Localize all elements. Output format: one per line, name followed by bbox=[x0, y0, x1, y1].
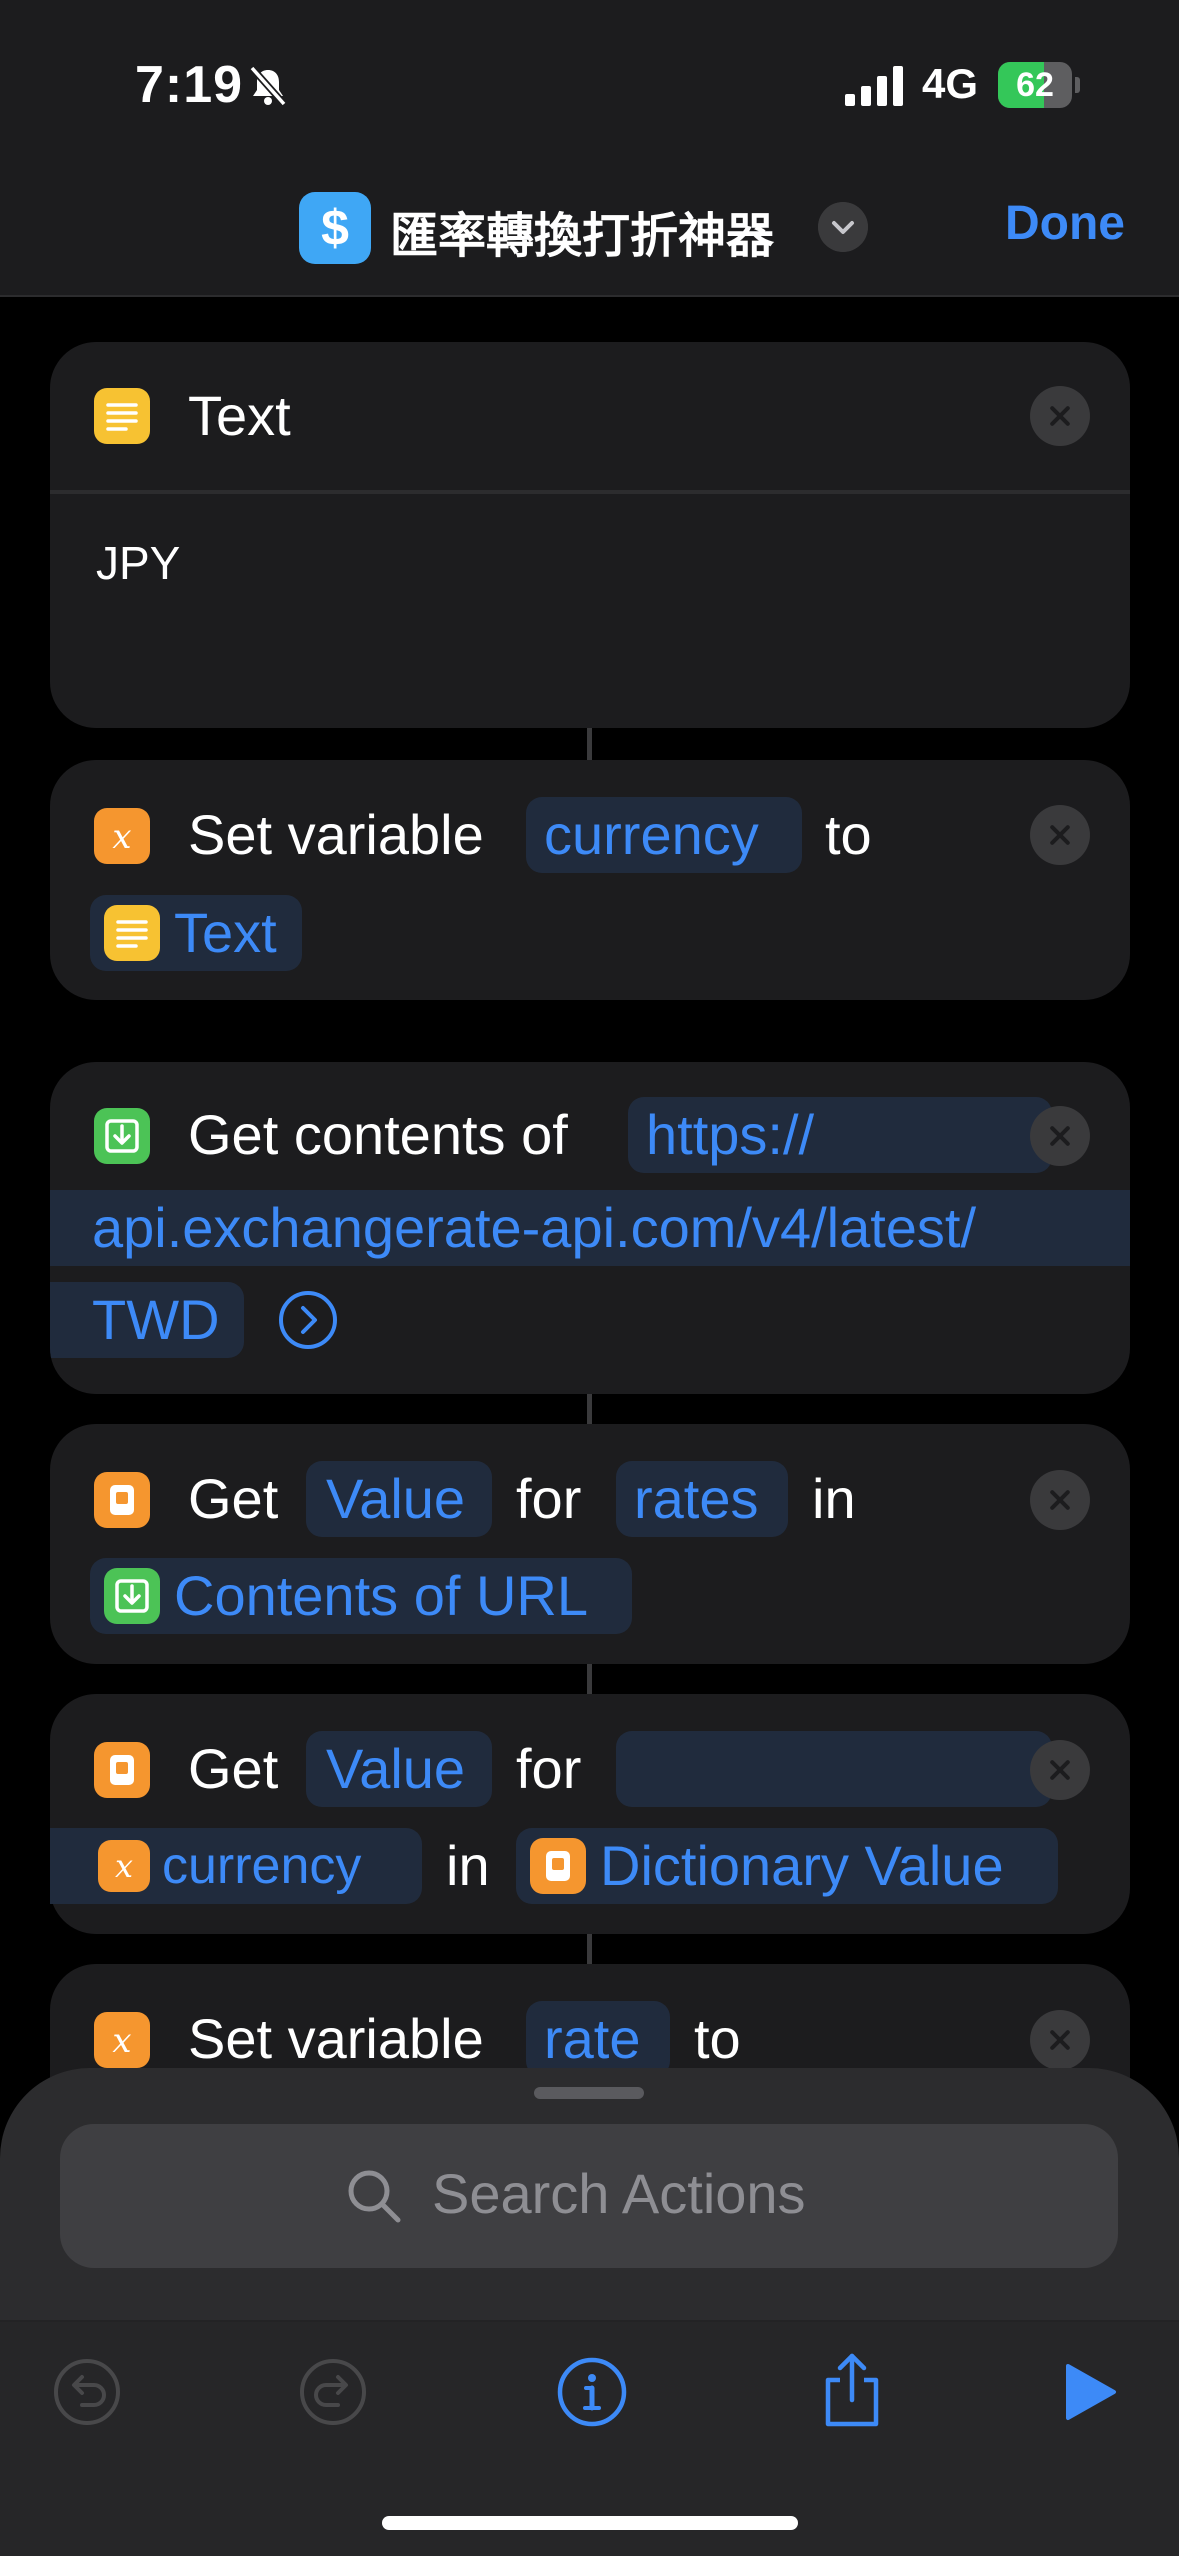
search-placeholder[interactable]: Search Actions bbox=[432, 2161, 806, 2226]
download-icon bbox=[94, 1108, 150, 1164]
battery-indicator: 62 bbox=[998, 62, 1080, 108]
dictionary-icon bbox=[94, 1472, 150, 1528]
info-icon[interactable] bbox=[556, 2356, 628, 2428]
for-label: for bbox=[516, 1467, 582, 1530]
key-token-label[interactable]: currency bbox=[162, 1831, 361, 1901]
variable-icon: x bbox=[98, 1840, 150, 1892]
redo-icon[interactable] bbox=[298, 2357, 368, 2427]
chevron-down-icon[interactable] bbox=[818, 202, 868, 252]
for-label: for bbox=[516, 1737, 582, 1800]
text-action-card[interactable]: Text JPY bbox=[50, 342, 1130, 728]
source-token-label[interactable]: Contents of URL bbox=[174, 1561, 588, 1631]
variable-icon: x bbox=[94, 2012, 150, 2068]
connector bbox=[587, 728, 592, 760]
shortcut-title[interactable]: 匯率轉換打折神器 bbox=[390, 196, 774, 266]
value-token-label[interactable]: Text bbox=[174, 898, 277, 968]
to-label: to bbox=[825, 803, 872, 866]
connector bbox=[587, 1664, 592, 1694]
divider bbox=[0, 295, 1179, 297]
get-contents-action-card[interactable]: Get contents of https:// api.exchangerat… bbox=[50, 1062, 1130, 1394]
in-label: in bbox=[812, 1467, 856, 1530]
get-label: Get bbox=[188, 1737, 279, 1800]
chevron-right-circle-icon[interactable] bbox=[278, 1290, 338, 1350]
sheet-grabber[interactable] bbox=[534, 2087, 644, 2099]
status-time: 7:19 bbox=[135, 56, 244, 114]
in-label: in bbox=[446, 1834, 490, 1897]
svg-text:x: x bbox=[112, 817, 131, 857]
set-variable-action-card[interactable]: x Set variable currency to Text bbox=[50, 760, 1130, 1000]
text-icon bbox=[104, 905, 160, 961]
text-icon bbox=[94, 388, 150, 444]
get-type[interactable]: Value bbox=[326, 1464, 465, 1534]
to-label: to bbox=[694, 2007, 741, 2070]
dictionary-icon bbox=[530, 1838, 586, 1894]
network-type: 4G bbox=[922, 60, 979, 107]
battery-percent: 62 bbox=[1016, 66, 1054, 104]
remove-action-button[interactable] bbox=[1030, 1470, 1090, 1530]
divider bbox=[50, 490, 1130, 494]
connector bbox=[587, 1394, 592, 1424]
dictionary-icon bbox=[94, 1742, 150, 1798]
remove-action-button[interactable] bbox=[1030, 805, 1090, 865]
variable-icon: x bbox=[94, 808, 150, 864]
bell-slash-icon bbox=[249, 65, 287, 107]
remove-action-button[interactable] bbox=[1030, 1106, 1090, 1166]
play-icon[interactable] bbox=[1062, 2362, 1118, 2422]
variable-name[interactable]: rate bbox=[544, 2004, 641, 2074]
text-body[interactable]: JPY bbox=[96, 528, 180, 598]
source-token-label[interactable]: Dictionary Value bbox=[600, 1831, 1004, 1901]
undo-icon[interactable] bbox=[52, 2357, 122, 2427]
home-indicator bbox=[382, 2516, 798, 2530]
url-text[interactable]: TWD bbox=[92, 1285, 220, 1355]
variable-name[interactable]: currency bbox=[544, 800, 759, 870]
get-type[interactable]: Value bbox=[326, 1734, 465, 1804]
svg-text:x: x bbox=[112, 2021, 131, 2061]
action-title: Set variable bbox=[188, 2007, 484, 2070]
action-title: Get contents of bbox=[188, 1103, 568, 1166]
get-dictionary-value-card[interactable]: Get Value for x currency in Dictionary V… bbox=[50, 1694, 1130, 1934]
action-title: Set variable bbox=[188, 803, 484, 866]
done-button[interactable]: Done bbox=[1005, 196, 1125, 251]
download-icon bbox=[104, 1568, 160, 1624]
key-value[interactable]: rates bbox=[634, 1464, 759, 1534]
share-icon[interactable] bbox=[816, 2350, 888, 2430]
action-title: Text bbox=[188, 384, 291, 447]
url-text[interactable]: https:// bbox=[646, 1100, 814, 1170]
remove-action-button[interactable] bbox=[1030, 2010, 1090, 2070]
get-label: Get bbox=[188, 1467, 279, 1530]
remove-action-button[interactable] bbox=[1030, 386, 1090, 446]
shortcut-icon[interactable]: $ bbox=[299, 192, 371, 264]
url-text[interactable]: api.exchangerate-api.com/v4/latest/ bbox=[92, 1193, 976, 1263]
search-icon bbox=[348, 2170, 401, 2223]
svg-text:x: x bbox=[115, 1847, 133, 1885]
key-field[interactable] bbox=[616, 1731, 1052, 1807]
connector bbox=[587, 1934, 592, 1964]
get-dictionary-value-card[interactable]: Get Value for rates in Contents of URL bbox=[50, 1424, 1130, 1664]
remove-action-button[interactable] bbox=[1030, 1740, 1090, 1800]
cellular-signal-icon bbox=[845, 66, 903, 106]
